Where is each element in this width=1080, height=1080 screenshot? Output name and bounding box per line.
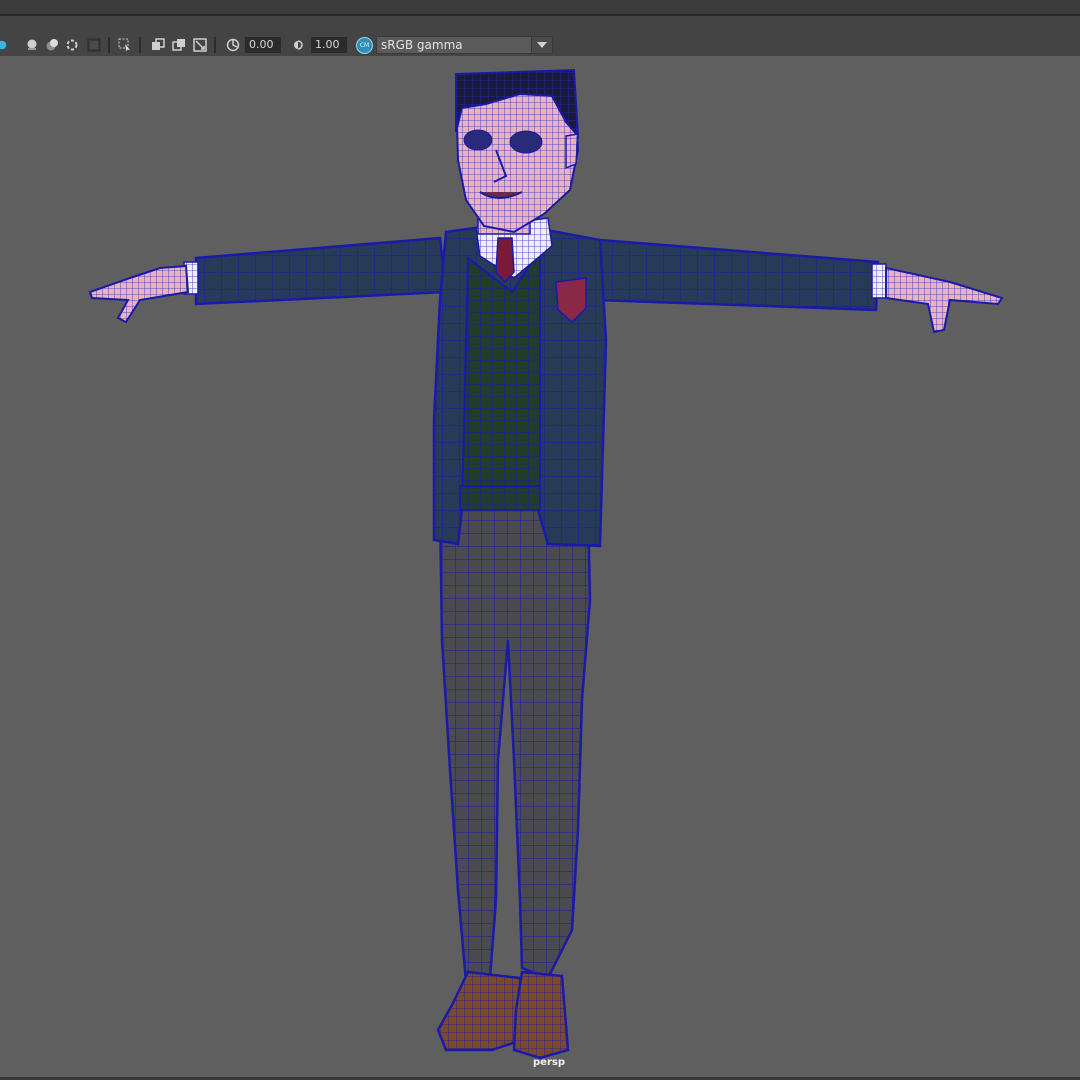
exposure-icon[interactable] <box>224 36 242 54</box>
left-hand <box>88 264 190 324</box>
toolbar-separator <box>139 37 141 53</box>
gamma-field[interactable]: 1.00 <box>311 37 347 53</box>
right-sleeve <box>596 238 880 312</box>
motion-blur-icon[interactable] <box>64 36 80 54</box>
two-sided-lighting-icon[interactable] <box>170 36 188 54</box>
exposure-field[interactable]: 0.00 <box>245 37 281 53</box>
chevron-down-icon[interactable] <box>531 37 552 53</box>
right-shoe <box>512 970 570 1060</box>
light-icon[interactable] <box>0 36 8 54</box>
vest-hem <box>459 485 541 511</box>
gamma-icon[interactable] <box>290 36 306 54</box>
xray-icon[interactable] <box>24 36 40 54</box>
trousers <box>438 506 592 984</box>
view-transform-dropdown[interactable]: sRGB gamma <box>376 36 553 54</box>
resolution-gate-icon[interactable] <box>191 36 209 54</box>
window-top-bar <box>0 0 1080 14</box>
camera-label: persp <box>533 1057 565 1068</box>
antialias-icon[interactable] <box>84 36 104 54</box>
toolbar-separator <box>214 37 216 53</box>
left-shoe <box>436 970 524 1052</box>
tie <box>495 237 515 284</box>
view-transform-label: sRGB gamma <box>381 38 463 52</box>
toolbar-separator <box>108 37 110 53</box>
character-model[interactable] <box>0 56 1080 1077</box>
isolate-select-icon[interactable] <box>116 36 134 54</box>
ambient-occlusion-icon[interactable] <box>44 36 60 54</box>
vest <box>460 246 541 509</box>
right-hand <box>885 266 1004 334</box>
right-cuff <box>871 263 887 299</box>
left-eye <box>463 129 493 151</box>
3d-viewport[interactable] <box>0 56 1080 1077</box>
right-eye <box>509 130 543 154</box>
left-sleeve <box>194 236 448 306</box>
shadows-icon[interactable] <box>149 36 167 54</box>
color-management-toggle[interactable]: CM <box>356 37 373 54</box>
ear <box>565 133 579 170</box>
